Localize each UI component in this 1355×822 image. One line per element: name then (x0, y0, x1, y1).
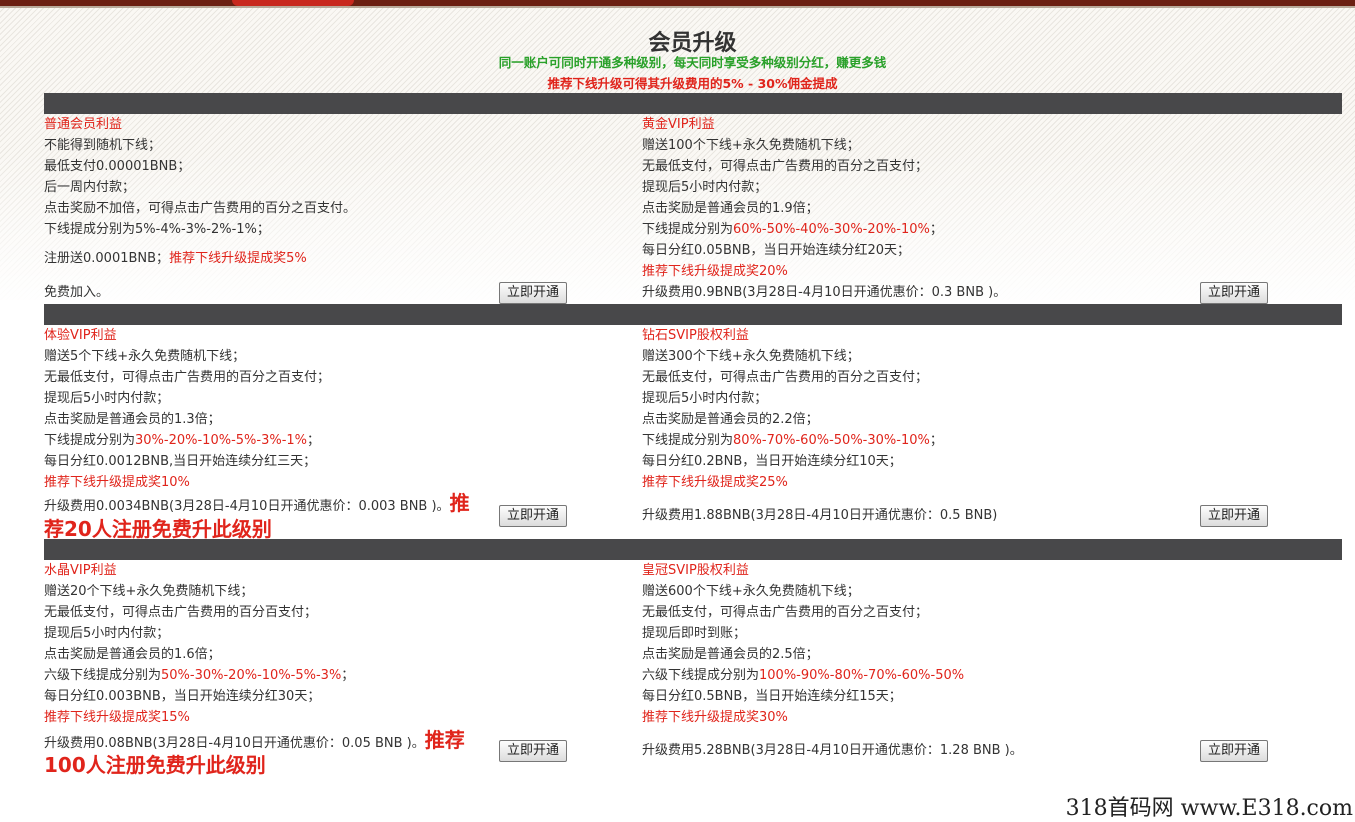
commission-suffix: ； (929, 222, 943, 237)
card-crystal: 水晶VIP利益 赠送20个下线+永久免费随机下线； 无最低支付，可得点击广告费用… (44, 560, 354, 728)
card-line: 无最低支付，可得点击广告费用的百分之百支付； (642, 605, 929, 620)
referral-reward: 推荐下线升级提成奖30% (642, 710, 788, 725)
card-crown: 皇冠SVIP股权利益 赠送600个下线+永久免费随机下线； 无最低支付，可得点击… (642, 560, 964, 728)
card-line: 提现后5小时内付款； (642, 391, 768, 406)
open-button-diamond[interactable]: 立即开通 (1200, 505, 1268, 527)
price-text: 升级费用5.28BNB(3月28日-4月10日开通优惠价：1.28 BNB )。 (642, 743, 1023, 758)
card-line: 下线提成分别为5%-4%-3%-2%-1%； (44, 222, 270, 237)
promo-text: 荐20人注册免费升此级别 (44, 517, 272, 541)
top-bar-line (0, 6, 1355, 8)
daily-dividend: 每日分红0.0012BNB,当日开始连续分红三天； (44, 454, 317, 469)
card-line: 点击奖励是普通会员的2.5倍； (642, 647, 819, 662)
card-line: 赠送5个下线+永久免费随机下线； (44, 349, 246, 364)
card-line: 赠送20个下线+永久免费随机下线； (44, 584, 254, 599)
card-line: 点击奖励不加倍，可得点击广告费用的百分之百支付。 (44, 201, 357, 216)
card-line: 无最低支付，可得点击广告费用的百分百支付； (44, 605, 318, 620)
card-line: 点击奖励是普通会员的1.3倍； (44, 412, 221, 427)
promo-text: 推 (449, 491, 470, 515)
card-title: 体验VIP利益 (44, 328, 117, 343)
commission-rates: 100%-90%-80%-70%-60%-50% (759, 668, 965, 683)
card-diamond: 钻石SVIP股权利益 赠送300个下线+永久免费随机下线； 无最低支付，可得点击… (642, 325, 943, 493)
card-title: 黄金VIP利益 (642, 117, 715, 132)
site-watermark: 318首码网 www.E318.com (1065, 796, 1353, 821)
daily-dividend: 每日分红0.003BNB，当日开始连续分红30天； (44, 689, 321, 704)
card-line: 无最低支付，可得点击广告费用的百分之百支付； (44, 370, 331, 385)
card-line: 后一周内付款； (44, 180, 136, 195)
price-text: 免费加入。 (44, 285, 110, 300)
open-button-crown[interactable]: 立即开通 (1200, 740, 1268, 762)
commission-line: 下线提成分别为60%-50%-40%-30%-20%-10%； (642, 219, 1006, 240)
daily-dividend: 每日分红0.5BNB，当日开始连续分红15天； (642, 689, 902, 704)
daily-dividend: 每日分红0.05BNB，当日开始连续分红20天； (642, 243, 911, 258)
commission-line: 下线提成分别为80%-70%-60%-50%-30%-10%； (642, 430, 943, 451)
subtitle-red: 推荐下线升级可得其升级费用的5% - 30%佣金提成 (547, 76, 838, 91)
commission-prefix: 下线提成分别为 (44, 433, 136, 448)
commission-rates: 30%-20%-10%-5%-3%-1% (135, 433, 308, 448)
commission-line: 下线提成分别为30%-20%-10%-5%-3%-1%； (44, 430, 330, 451)
card-line: 提现后即时到账； (642, 626, 747, 641)
commission-line: 六级下线提成分别为100%-90%-80%-70%-60%-50% (642, 665, 964, 686)
card-line: 点击奖励是普通会员的1.9倍； (642, 201, 819, 216)
section-divider (44, 539, 1342, 560)
commission-prefix: 下线提成分别为 (642, 222, 734, 237)
commission-rates: 80%-70%-60%-50%-30%-10% (733, 433, 930, 448)
open-button-trial[interactable]: 立即开通 (499, 505, 567, 527)
card-line: 提现后5小时内付款； (44, 626, 170, 641)
card-title: 水晶VIP利益 (44, 563, 117, 578)
card-line: 不能得到随机下线； (44, 138, 162, 153)
top-tab[interactable] (232, 0, 354, 6)
promo-text: 推荐 (424, 728, 465, 752)
registration-text: 注册送0.0001BNB； (44, 251, 170, 266)
referral-reward: 推荐下线升级提成奖25% (642, 475, 788, 490)
commission-line: 六级下线提成分别为50%-30%-20%-10%-5%-3%； (44, 665, 354, 686)
card-title: 皇冠SVIP股权利益 (642, 563, 749, 578)
price-text: 升级费用0.9BNB(3月28日-4月10日开通优惠价：0.3 BNB )。 (642, 285, 1007, 300)
card-line: 点击奖励是普通会员的2.2倍； (642, 412, 819, 427)
promo-text: 100人注册免费升此级别 (44, 753, 266, 777)
commission-rates: 50%-30%-20%-10%-5%-3% (161, 668, 342, 683)
price-text: 升级费用1.88BNB(3月28日-4月10日开通优惠价：0.5 BNB) (642, 508, 998, 523)
commission-suffix: ； (307, 433, 321, 448)
card-gold: 黄金VIP利益 赠送100个下线+永久免费随机下线； 无最低支付，可得点击广告费… (642, 114, 1006, 303)
section-divider (44, 304, 1342, 325)
commission-prefix: 六级下线提成分别为 (44, 668, 162, 683)
price-text: 升级费用0.0034BNB(3月28日-4月10日开通优惠价：0.003 BNB… (44, 499, 450, 514)
card-line: 提现后5小时内付款； (44, 391, 170, 406)
card-line: 无最低支付，可得点击广告费用的百分之百支付； (642, 370, 929, 385)
card-line: 赠送300个下线+永久免费随机下线； (642, 349, 860, 364)
card-normal: 普通会员利益 不能得到随机下线； 最低支付0.00001BNB； 后一周内付款；… (44, 114, 356, 240)
card-line: 无最低支付，可得点击广告费用的百分之百支付； (642, 159, 929, 174)
open-button-normal[interactable]: 立即开通 (499, 282, 567, 304)
referral-reward: 推荐下线升级提成奖15% (44, 710, 190, 725)
section-divider (44, 93, 1342, 114)
card-line: 提现后5小时内付款； (642, 180, 768, 195)
card-line: 最低支付0.00001BNB； (44, 159, 191, 174)
reward-text: 推荐下线升级提成奖5% (169, 251, 307, 266)
card-line: 赠送600个下线+永久免费随机下线； (642, 584, 860, 599)
commission-prefix: 下线提成分别为 (642, 433, 734, 448)
referral-reward: 推荐下线升级提成奖20% (642, 264, 788, 279)
commission-rates: 60%-50%-40%-30%-20%-10% (733, 222, 930, 237)
price-text: 升级费用0.08BNB(3月28日-4月10日开通优惠价：0.05 BNB )。 (44, 736, 425, 751)
open-button-gold[interactable]: 立即开通 (1200, 282, 1268, 304)
card-title: 钻石SVIP股权利益 (642, 328, 749, 343)
card-line: 点击奖励是普通会员的1.6倍； (44, 647, 221, 662)
card-trial: 体验VIP利益 赠送5个下线+永久免费随机下线； 无最低支付，可得点击广告费用的… (44, 325, 330, 493)
commission-suffix: ； (341, 668, 355, 683)
commission-suffix: ； (929, 433, 943, 448)
subtitle-green: 同一账户可同时开通多种级别，每天同时享受多种级别分红，赚更多钱 (498, 55, 887, 70)
registration-line: 注册送0.0001BNB；推荐下线升级提成奖5% (44, 248, 307, 269)
daily-dividend: 每日分红0.2BNB，当日开始连续分红10天； (642, 454, 902, 469)
commission-prefix: 六级下线提成分别为 (642, 668, 760, 683)
card-title: 普通会员利益 (44, 117, 123, 132)
card-line: 赠送100个下线+永久免费随机下线； (642, 138, 860, 153)
open-button-crystal[interactable]: 立即开通 (499, 740, 567, 762)
